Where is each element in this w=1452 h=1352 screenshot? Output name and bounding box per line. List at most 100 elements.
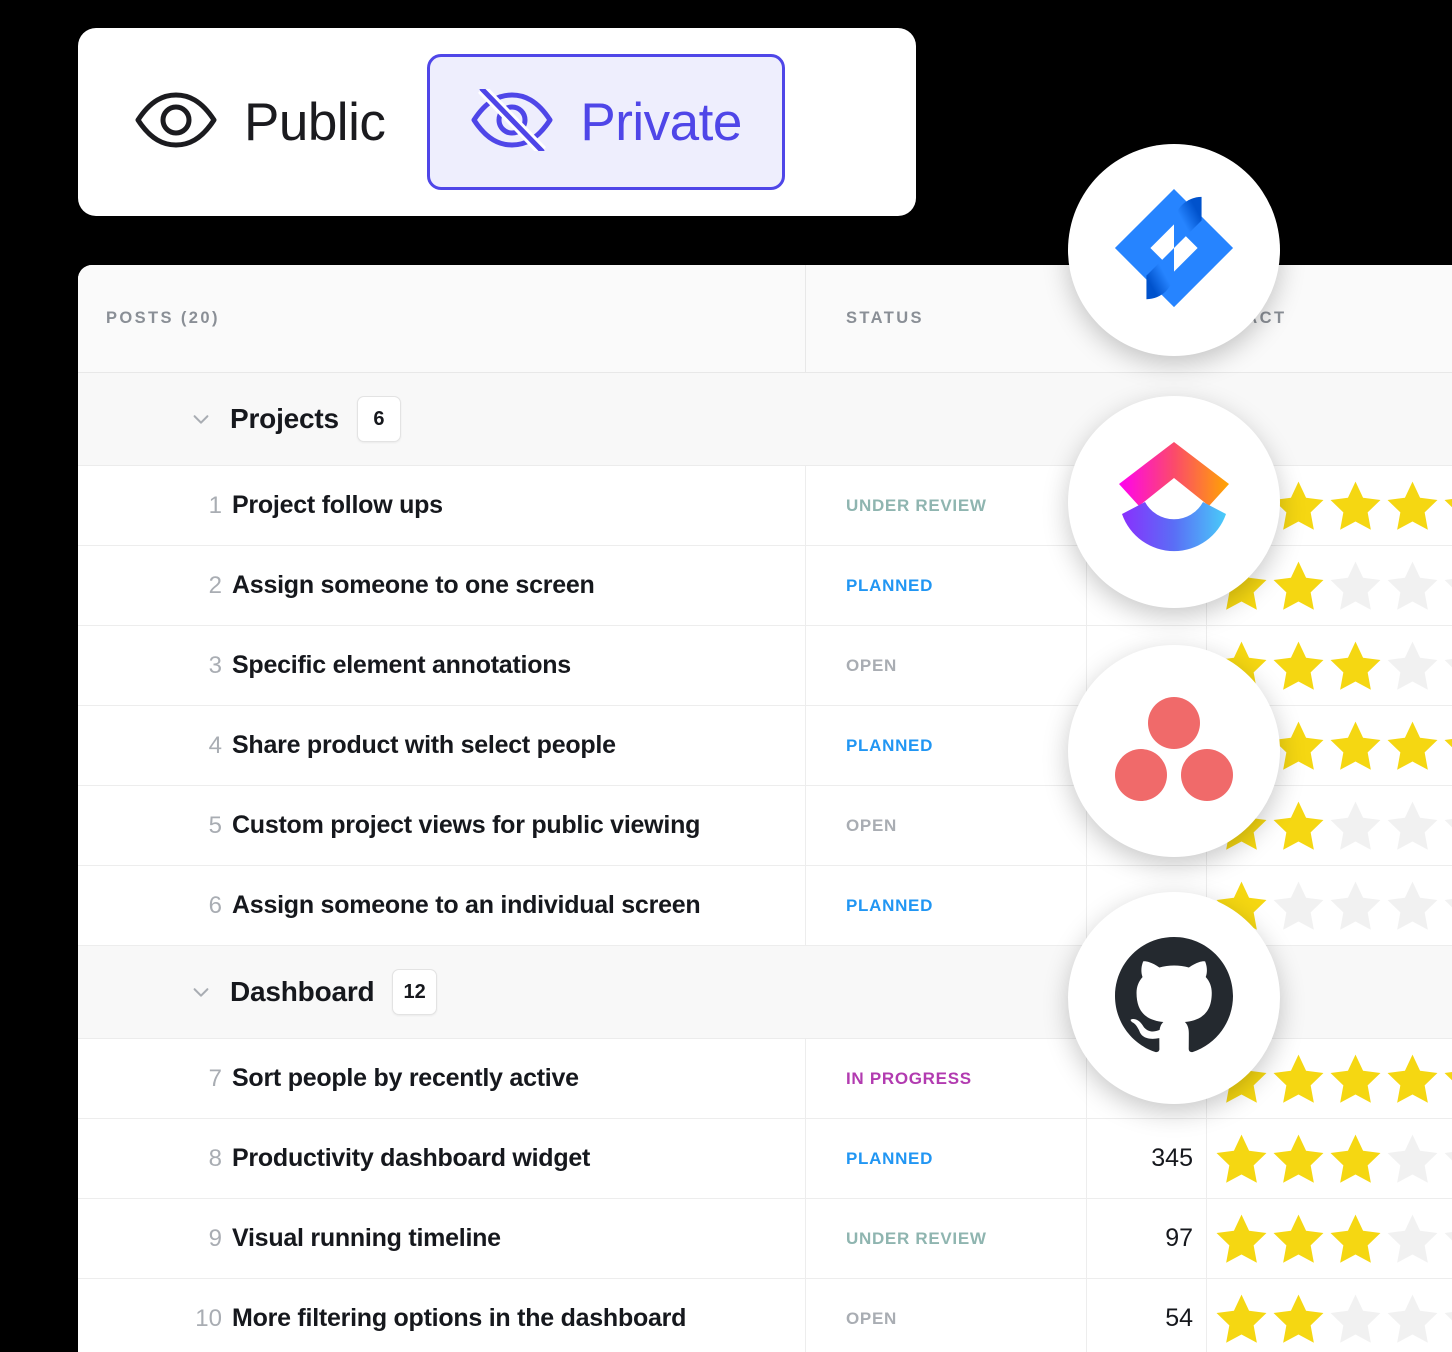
star-empty-icon [1387,1214,1438,1263]
star-empty-icon [1444,1232,1452,1241]
cell-post[interactable]: 4 Share product with select people [78,706,806,785]
cell-post[interactable]: 2 Assign someone to one screen [78,546,806,625]
star-empty-icon [1444,899,1452,908]
cell-status[interactable]: IN PROGRESS [806,1039,1087,1118]
table-row[interactable]: 9 Visual running timeline UNDER REVIEW 97 [78,1199,1452,1279]
group-title: Projects [230,403,339,434]
post-title[interactable]: Assign someone to one screen [232,571,595,600]
cell-post[interactable]: 1 Project follow ups [78,466,806,545]
status-badge: OPEN [846,815,897,835]
cell-post[interactable]: 9 Visual running timeline [78,1199,806,1278]
cell-post[interactable]: 3 Specific element annotations [78,626,806,705]
star-filled-icon [1273,1054,1324,1103]
cell-post[interactable]: 8 Productivity dashboard widget [78,1119,806,1198]
post-rank: 10 [195,1304,222,1332]
post-rank: 9 [208,1224,222,1252]
post-rank: 6 [208,891,222,919]
star-filled-icon [1330,1054,1381,1103]
post-rank: 4 [208,731,222,759]
star-filled-icon [1444,1072,1452,1081]
github-logo-badge[interactable] [1068,892,1280,1104]
star-empty-icon [1387,641,1438,690]
cell-status[interactable]: PLANNED [806,546,1087,625]
status-badge: UNDER REVIEW [846,495,987,515]
cell-status[interactable]: OPEN [806,786,1087,865]
star-filled-icon [1216,1214,1267,1263]
asana-logo-badge[interactable] [1068,645,1280,857]
jira-logo-icon [1111,185,1237,316]
post-title[interactable]: More filtering options in the dashboard [232,1304,686,1333]
post-title[interactable]: Custom project views for public viewing [232,811,700,840]
cell-impact-rating[interactable] [1207,1279,1452,1352]
clickup-logo-badge[interactable] [1068,396,1280,608]
column-header-posts-label: POSTS (20) [106,309,220,327]
post-title[interactable]: Sort people by recently active [232,1064,579,1093]
clickup-logo-icon [1113,441,1235,563]
cell-status[interactable]: OPEN [806,626,1087,705]
toggle-option-public-label: Public [244,92,386,152]
star-filled-icon [1387,721,1438,770]
toggle-option-public[interactable]: Public [100,54,419,190]
star-filled-icon [1330,1214,1381,1263]
cell-status[interactable]: OPEN [806,1279,1087,1352]
cell-post[interactable]: 10 More filtering options in the dashboar… [78,1279,806,1352]
table-row[interactable]: 10 More filtering options in the dashboar… [78,1279,1452,1352]
post-title[interactable]: Specific element annotations [232,651,571,680]
cell-post[interactable]: 5 Custom project views for public viewing [78,786,806,865]
star-empty-icon [1330,1294,1381,1343]
column-header-status[interactable]: STATUS [806,265,1087,372]
star-empty-icon [1444,659,1452,668]
star-empty-icon [1273,881,1324,930]
star-filled-icon [1273,801,1324,850]
group-count-badge: 6 [356,396,401,442]
star-filled-icon [1216,1134,1267,1183]
star-filled-icon [1330,641,1381,690]
star-filled-icon [1273,561,1324,610]
post-title[interactable]: Project follow ups [232,491,443,520]
cell-impact-rating[interactable] [1207,1119,1452,1198]
star-empty-icon [1444,819,1452,828]
cell-status[interactable]: PLANNED [806,1119,1087,1198]
post-title[interactable]: Visual running timeline [232,1224,501,1253]
github-logo-icon [1115,936,1233,1060]
cell-post[interactable]: 6 Assign someone to an individual screen [78,866,806,945]
column-header-posts[interactable]: POSTS (20) [78,265,806,372]
star-filled-icon [1273,1134,1324,1183]
cell-status[interactable]: UNDER REVIEW [806,466,1087,545]
asana-logo-icon [1115,696,1233,806]
cell-impact-rating[interactable] [1207,1199,1452,1278]
post-title[interactable]: Productivity dashboard widget [232,1144,590,1173]
cell-status[interactable]: PLANNED [806,866,1087,945]
star-filled-icon [1387,481,1438,530]
star-empty-icon [1387,1294,1438,1343]
visibility-toggle: Public Private [78,28,916,216]
jira-logo-badge[interactable] [1068,144,1280,356]
post-title[interactable]: Share product with select people [232,731,616,760]
status-badge: OPEN [846,1308,897,1328]
chevron-down-icon[interactable] [190,981,212,1003]
table-row[interactable]: 8 Productivity dashboard widget PLANNED 345 [78,1119,1452,1199]
post-rank: 8 [208,1144,222,1172]
cell-votes: 97 [1087,1199,1207,1278]
status-badge: IN PROGRESS [846,1068,972,1088]
post-rank: 1 [208,491,222,519]
toggle-option-private-label: Private [580,92,742,152]
post-title[interactable]: Assign someone to an individual screen [232,891,701,920]
cell-post[interactable]: 7 Sort people by recently active [78,1039,806,1118]
cell-status[interactable]: PLANNED [806,706,1087,785]
toggle-option-private[interactable]: Private [427,54,785,190]
chevron-down-icon[interactable] [190,408,212,430]
cell-status[interactable]: UNDER REVIEW [806,1199,1087,1278]
star-filled-icon [1444,499,1452,508]
star-filled-icon [1330,1134,1381,1183]
star-filled-icon [1216,1294,1267,1343]
post-rank: 7 [208,1064,222,1092]
post-rank: 3 [208,651,222,679]
column-header-status-label: STATUS [846,309,924,327]
status-badge: PLANNED [846,735,934,755]
star-empty-icon [1387,881,1438,930]
status-badge: PLANNED [846,575,934,595]
star-filled-icon [1444,739,1452,748]
star-empty-icon [1330,801,1381,850]
star-filled-icon [1273,1214,1324,1263]
